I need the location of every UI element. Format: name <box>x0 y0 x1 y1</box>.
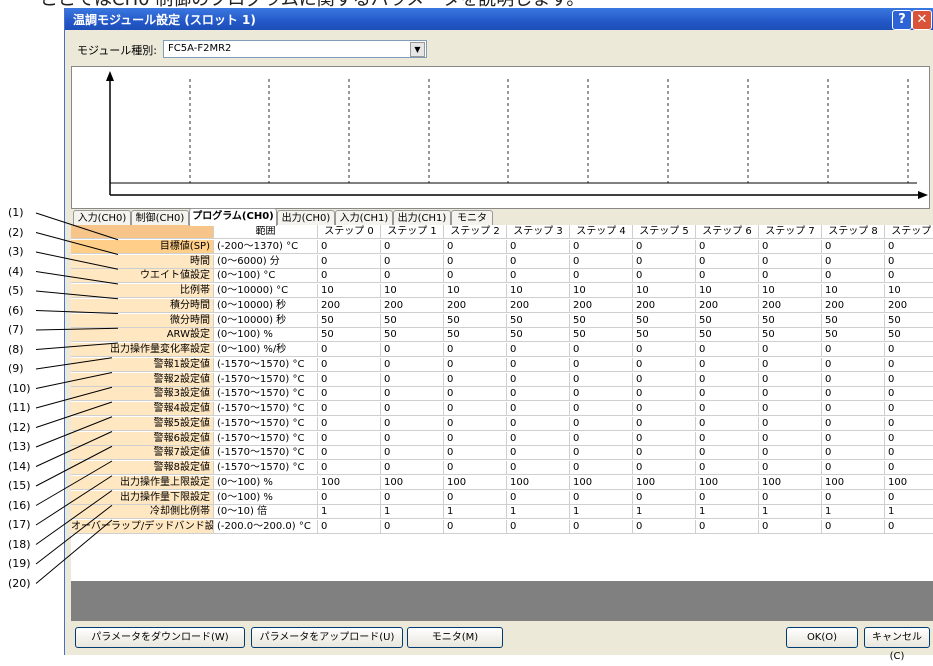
leader-line <box>35 519 113 584</box>
leader-line <box>35 445 113 487</box>
leader-line <box>35 431 113 467</box>
leader-line <box>35 357 113 370</box>
callout-leader-lines <box>35 212 119 584</box>
leader-line <box>35 372 113 389</box>
leader-line <box>35 251 119 270</box>
leader-line <box>35 416 113 448</box>
leader-line <box>35 271 119 285</box>
tab-program-ch0[interactable]: プログラム(CH0) <box>189 208 277 226</box>
leader-line <box>35 401 113 428</box>
leader-line <box>35 386 113 409</box>
leader-line <box>35 327 119 331</box>
leader-line <box>35 310 119 314</box>
leader-line <box>35 504 113 565</box>
leader-line <box>35 342 119 350</box>
leader-line <box>35 290 119 300</box>
